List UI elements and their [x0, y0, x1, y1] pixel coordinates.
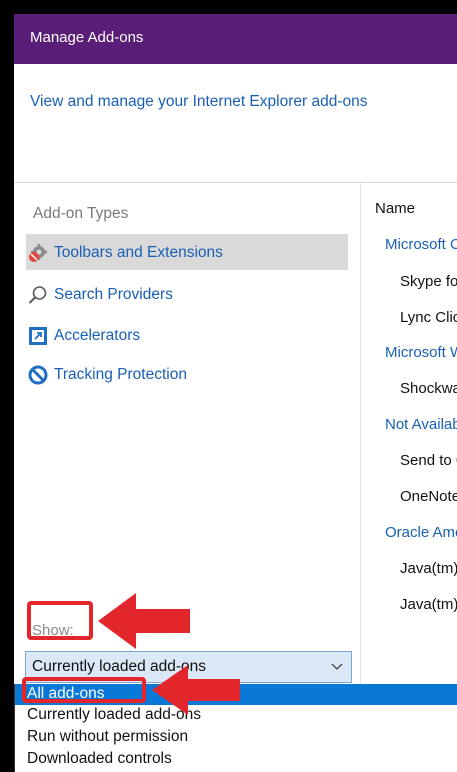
addon-row[interactable]: Shockwave Flash Object: [400, 380, 457, 397]
addon-row[interactable]: Java(tm) Plug-In SSV Helper: [400, 560, 457, 577]
all-addons-callout: [22, 677, 146, 703]
show-option-run-without-permission[interactable]: Run without permission: [15, 727, 457, 748]
show-label-callout: [27, 601, 93, 640]
arrow-left-icon: [98, 593, 190, 649]
addon-group-header: Not Available: [385, 416, 457, 433]
column-header-name[interactable]: Name: [375, 200, 415, 217]
window-title: Manage Add-ons: [30, 29, 144, 46]
subtitle: View and manage your Internet Explorer a…: [30, 93, 368, 110]
addon-group-header: Microsoft Corporation: [385, 236, 457, 253]
arrow-left-icon: [152, 665, 240, 715]
show-option-downloaded-controls[interactable]: Downloaded controls: [15, 749, 457, 770]
addon-row[interactable]: Lync Click to Call: [400, 309, 457, 326]
addon-type-toolbars-extensions[interactable]: Toolbars and Extensions: [26, 234, 348, 270]
gear-icon: [29, 244, 47, 262]
addon-type-label: Toolbars and Extensions: [54, 244, 223, 261]
addon-types-label: Add-on Types: [33, 205, 129, 222]
addon-type-label: Search Providers: [54, 286, 173, 303]
addon-row[interactable]: Send to OneNote: [400, 452, 457, 469]
title-bar[interactable]: Manage Add-ons: [14, 14, 457, 64]
addon-row[interactable]: OneNote Linked Notes: [400, 488, 457, 505]
addon-group-header: Microsoft Windows Third Party Applicatio…: [385, 344, 457, 361]
addon-type-search-providers[interactable]: Search Providers: [26, 276, 348, 312]
addon-row[interactable]: Java(tm) Plug-In 2 SSV Helper: [400, 596, 457, 613]
show-option-label: Run without permission: [27, 728, 189, 745]
search-icon: [28, 286, 47, 304]
pane-divider[interactable]: [360, 183, 361, 713]
addon-type-label: Accelerators: [54, 327, 141, 344]
addon-row[interactable]: Skype for Business: [400, 273, 457, 290]
addon-group-header: Oracle America, Inc.: [385, 524, 457, 541]
header-divider: [14, 182, 457, 183]
accelerator-icon: [29, 327, 47, 345]
chevron-down-icon: [331, 663, 343, 670]
show-option-label: Downloaded controls: [27, 750, 172, 767]
addon-type-label: Tracking Protection: [54, 366, 187, 383]
addon-type-tracking-protection[interactable]: Tracking Protection: [26, 356, 348, 392]
addon-type-accelerators[interactable]: Accelerators: [26, 317, 348, 353]
tracking-protection-icon: [28, 365, 48, 385]
manage-addons-window: Manage Add-ons View and manage your Inte…: [14, 14, 457, 772]
